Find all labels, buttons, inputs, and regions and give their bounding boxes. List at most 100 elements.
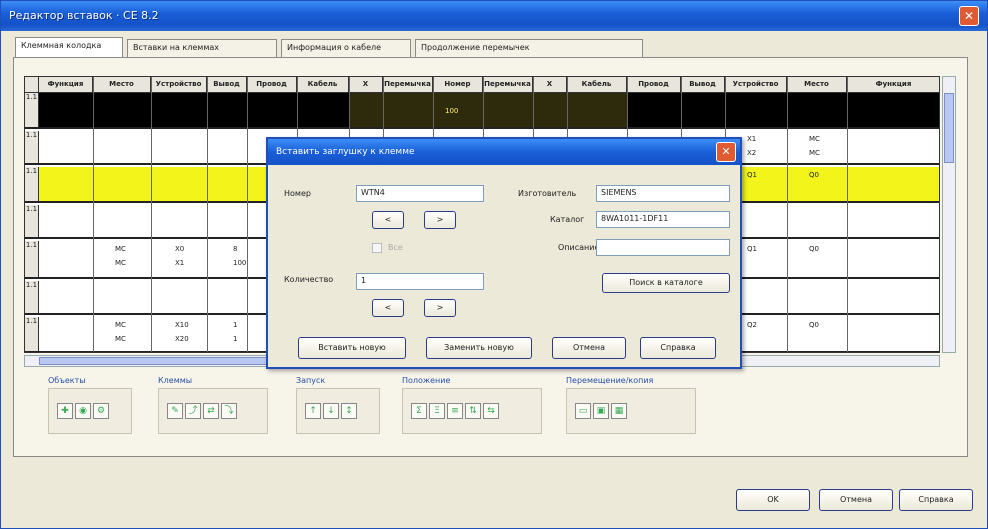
all-checkbox[interactable] [372, 243, 382, 253]
row-value: Q1 [747, 171, 757, 179]
row-value: X1 [175, 259, 185, 267]
group-box: ↑ ↓ ↕ [296, 388, 380, 434]
select-object-icon[interactable]: ◉ [75, 403, 91, 419]
copy-icon[interactable]: ▣ [593, 403, 609, 419]
group-box: Σ Ξ ≡ ⇅ ⇆ [402, 388, 542, 434]
header-cell[interactable]: Х [533, 77, 567, 93]
tab-terminal-inserts[interactable]: Вставки на клеммах [127, 39, 277, 57]
dialog-cancel-button[interactable]: Отмена [552, 337, 626, 359]
row-value: MC [115, 321, 126, 329]
column-divider [151, 77, 152, 352]
column-divider [847, 77, 848, 352]
description-label: Описание [558, 243, 600, 252]
row-value: 8 [233, 245, 238, 253]
tab-cable-info[interactable]: Информация о кабеле [281, 39, 411, 57]
dialog-help-button[interactable]: Справка [640, 337, 716, 359]
move-icon[interactable]: ▭ [575, 403, 591, 419]
quantity-next-button[interactable]: > [424, 299, 456, 317]
row-value: Q0 [809, 321, 819, 329]
arrow-both-icon[interactable]: ↕ [341, 403, 357, 419]
column-divider [93, 77, 94, 352]
header-cell[interactable]: Кабель [297, 77, 349, 93]
object-settings-icon[interactable]: ⚙ [93, 403, 109, 419]
header-cell[interactable]: Устройство [725, 77, 787, 93]
cancel-button[interactable]: Отмена [819, 489, 893, 511]
list-icon[interactable]: ≡ [447, 403, 463, 419]
toolbar-group-launch: Запуск ↑ ↓ ↕ [296, 376, 380, 438]
row-value: X10 [175, 321, 189, 329]
close-icon[interactable]: ✕ [959, 6, 979, 26]
move-up-icon[interactable]: ⤴ [185, 403, 201, 419]
header-cell[interactable]: Перемычка [483, 77, 533, 93]
dialog-title: Вставить заглушку к клемме [276, 147, 415, 157]
insert-editor-window: Редактор вставок · CE 8.2 ✕ Клеммная кол… [0, 0, 988, 529]
description-field[interactable] [596, 239, 730, 256]
align-icon[interactable]: Ξ [429, 403, 445, 419]
catalog-field[interactable]: 8WA1011-1DF11 [596, 211, 730, 228]
group-box: ✚ ◉ ⚙ [48, 388, 132, 434]
quantity-prev-button[interactable]: < [372, 299, 404, 317]
edit-terminal-icon[interactable]: ✎ [167, 403, 183, 419]
add-object-icon[interactable]: ✚ [57, 403, 73, 419]
header-cell[interactable]: Устройство [151, 77, 207, 93]
header-cell[interactable]: Вывод [681, 77, 725, 93]
replace-new-button[interactable]: Заменить новую [426, 337, 532, 359]
group-label: Объекты [48, 376, 86, 385]
catalog-label: Каталог [550, 215, 585, 224]
number-prev-button[interactable]: < [372, 211, 404, 229]
dialog-title-bar[interactable]: Вставить заглушку к клемме ✕ [268, 139, 740, 165]
header-cell[interactable]: Кабель [567, 77, 627, 93]
sort-horizontal-icon[interactable]: ⇆ [483, 403, 499, 419]
dialog-close-icon[interactable]: ✕ [716, 142, 736, 162]
swap-icon[interactable]: ⇄ [203, 403, 219, 419]
all-checkbox-label: Все [388, 243, 403, 252]
move-down-icon[interactable]: ⤵ [221, 403, 237, 419]
paste-icon[interactable]: ▦ [611, 403, 627, 419]
header-cell[interactable]: Х [349, 77, 383, 93]
row-value: X2 [747, 149, 757, 157]
scroll-thumb[interactable] [944, 93, 954, 163]
arrow-down-icon[interactable]: ↓ [323, 403, 339, 419]
quantity-field[interactable]: 1 [356, 273, 484, 290]
window-title: Редактор вставок · CE 8.2 [9, 9, 159, 22]
sort-vertical-icon[interactable]: ⇅ [465, 403, 481, 419]
vertical-scrollbar[interactable] [942, 76, 956, 353]
row-value: Q2 [747, 321, 757, 329]
header-cell[interactable]: Провод [247, 77, 297, 93]
row-value: MC [115, 245, 126, 253]
header-cell[interactable]: Функция [39, 77, 93, 93]
catalog-lookup-button[interactable]: Поиск в каталоге [602, 273, 730, 293]
column-divider [207, 77, 208, 352]
header-cell[interactable]: Место [93, 77, 151, 93]
title-bar[interactable]: Редактор вставок · CE 8.2 ✕ [1, 1, 987, 31]
row-value: X1 [747, 135, 757, 143]
row-header: 1.1 [25, 93, 39, 127]
toolbar-group-terminals: Клеммы ✎ ⤴ ⇄ ⤵ [158, 376, 268, 438]
header-cell[interactable]: Номер [433, 77, 483, 93]
sum-icon[interactable]: Σ [411, 403, 427, 419]
insert-new-button[interactable]: Вставить новую [298, 337, 406, 359]
number-next-button[interactable]: > [424, 211, 456, 229]
group-label: Положение [402, 376, 451, 385]
quantity-label: Количество [284, 275, 334, 284]
manufacturer-label: Изготовитель [518, 189, 577, 198]
manufacturer-field[interactable]: SIEMENS [596, 185, 730, 202]
arrow-up-icon[interactable]: ↑ [305, 403, 321, 419]
row-value: Q0 [809, 245, 819, 253]
number-field[interactable]: WTN4 [356, 185, 484, 202]
row-value: Q1 [747, 245, 757, 253]
row-value: X0 [175, 245, 185, 253]
header-cell[interactable]: Провод [627, 77, 681, 93]
tab-jumper-continuation[interactable]: Продолжение перемычек [415, 39, 643, 57]
header-cell[interactable]: Функция [847, 77, 939, 93]
row-header: 1.1 [25, 205, 39, 237]
header-cell[interactable]: Вывод [207, 77, 247, 93]
header-cell[interactable]: Место [787, 77, 847, 93]
tab-terminal-strip[interactable]: Клеммная колодка [15, 37, 123, 58]
toolbar-group-position: Положение Σ Ξ ≡ ⇅ ⇆ [402, 376, 542, 438]
header-cell[interactable]: Перемычка [383, 77, 433, 93]
help-button[interactable]: Справка [899, 489, 973, 511]
row-header: 1.1 [25, 281, 39, 313]
group-box: ▭ ▣ ▦ [566, 388, 696, 434]
ok-button[interactable]: OK [736, 489, 810, 511]
